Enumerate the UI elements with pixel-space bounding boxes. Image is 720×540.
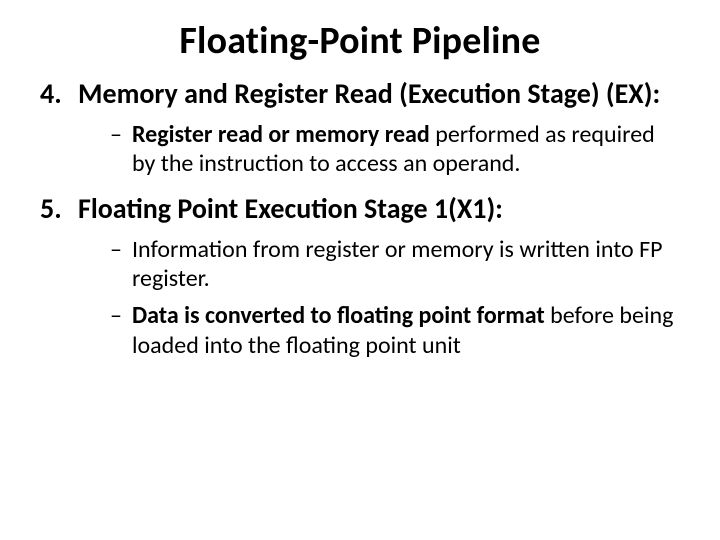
list-item: 5. Floating Point Execution Stage 1(X1):… [40, 193, 680, 360]
item-heading: Memory and Register Read (Execution Stag… [78, 78, 680, 110]
slide: Floating-Point Pipeline 4. Memory and Re… [0, 0, 720, 540]
sub-item: Information from register or memory is w… [110, 235, 680, 294]
sub-item-bold: Register read or memory read [132, 120, 430, 149]
list-item: 4. Memory and Register Read (Execution S… [40, 78, 680, 179]
sub-item-bold: Data is converted to floating point form… [132, 301, 545, 330]
numbered-list: 4. Memory and Register Read (Execution S… [40, 78, 680, 360]
item-number: 4. [40, 78, 62, 110]
item-number: 5. [40, 193, 62, 225]
sub-list: Register read or memory read performed a… [78, 120, 680, 179]
sub-item: Register read or memory read performed a… [110, 120, 680, 179]
sub-item-text: Information from register or memory is w… [132, 235, 663, 293]
item-heading: Floating Point Execution Stage 1(X1): [78, 193, 680, 225]
sub-item: Data is converted to floating point form… [110, 301, 680, 360]
sub-list: Information from register or memory is w… [78, 235, 680, 360]
slide-title: Floating-Point Pipeline [40, 18, 680, 64]
